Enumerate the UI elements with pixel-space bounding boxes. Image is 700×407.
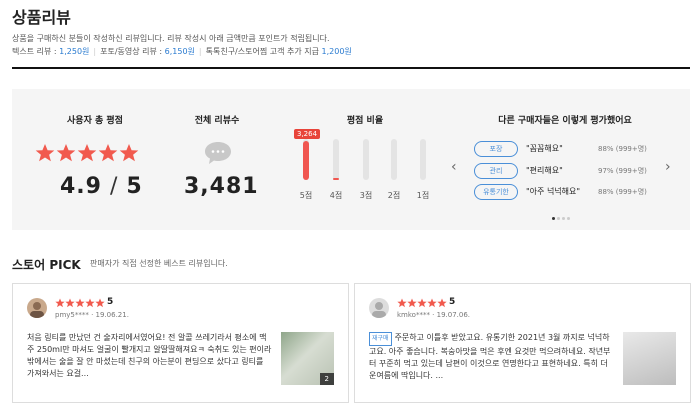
rating-bar-label: 3점 xyxy=(359,191,373,200)
review-text: 처음 링티를 만났던 건 술자리에서였어요! 전 알콜 쓰레기라서 평소에 맥주… xyxy=(27,333,272,378)
rating-bar-fill xyxy=(303,141,309,180)
page-title: 상품리뷰 xyxy=(12,8,71,27)
chevron-right-icon[interactable]: › xyxy=(665,159,671,175)
photo-count: 2 xyxy=(319,373,334,385)
review-stars xyxy=(397,298,447,308)
evaluation-text: "아주 넉넉해요" xyxy=(526,187,581,196)
divider xyxy=(12,67,690,69)
photo-review-label: 포토/동영상 리뷰 : xyxy=(100,47,165,56)
distribution-title: 평점 비율 xyxy=(346,116,384,126)
evaluation-tag: 포장 xyxy=(474,141,518,157)
star-icon xyxy=(85,298,95,308)
rating-bar xyxy=(303,139,309,180)
evaluation-percent: 88% (999+명) xyxy=(598,145,647,153)
speech-bubble-icon xyxy=(205,142,231,164)
page-dot[interactable] xyxy=(562,217,565,220)
rating-max: 5 xyxy=(126,174,143,199)
star-icon xyxy=(55,298,65,308)
evaluation-tag: 유통기한 xyxy=(474,184,518,200)
review-meta: kmko**** · 19.07.06. xyxy=(397,311,471,319)
evaluation-row: 포장 "꼼꼼해요" 88% (999+명) xyxy=(474,141,647,157)
star-icon xyxy=(98,144,118,162)
rating-bar xyxy=(391,139,397,180)
page-dot[interactable] xyxy=(557,217,560,220)
pick-subtitle: 판매자가 직접 선정한 베스트 리뷰입니다. xyxy=(90,259,228,268)
text-review-amount: 1,250원 xyxy=(59,47,90,56)
rating-value: 4.9 xyxy=(60,174,102,199)
review-photo[interactable]: 2 xyxy=(281,332,334,385)
rating-bar-label: 2점 xyxy=(387,191,401,200)
text-review-label: 텍스트 리뷰 : xyxy=(12,47,60,56)
review-score: 5 xyxy=(107,297,114,307)
review-photo[interactable] xyxy=(623,332,676,385)
page-dot[interactable] xyxy=(552,217,555,220)
points-info: 텍스트 리뷰 : 1,250원 | 포토/동영상 리뷰 : 6,150원 | 톡톡친구/… xyxy=(12,47,352,56)
star-icon xyxy=(77,144,97,162)
rating-bar xyxy=(333,139,339,180)
rating-stars xyxy=(35,144,139,162)
rating-bar-fill xyxy=(333,178,339,180)
rating-score: 4.9 / 5 xyxy=(60,174,143,199)
star-icon xyxy=(56,144,76,162)
rating-bar-label: 4점 xyxy=(329,191,343,200)
evaluation-text: "꼼꼼해요" xyxy=(526,144,563,153)
star-icon xyxy=(75,298,85,308)
evaluation-row: 관리 "편리해요" 97% (999+명) xyxy=(474,163,647,179)
review-count: 3,481 xyxy=(184,174,259,199)
rating-bar xyxy=(363,139,369,180)
chevron-left-icon[interactable]: ‹ xyxy=(451,159,457,175)
star-icon xyxy=(65,298,75,308)
friend-bonus-label: 톡톡친구/스토어찜 고객 추가 지급 xyxy=(205,47,322,56)
evaluation-percent: 97% (999+명) xyxy=(598,167,647,175)
top-count-badge: 3,264 xyxy=(294,129,321,139)
star-icon xyxy=(35,144,55,162)
star-icon xyxy=(407,298,417,308)
carousel-pagination[interactable] xyxy=(552,205,572,224)
repurchase-tag: 재구매 xyxy=(369,332,392,346)
rating-bar xyxy=(420,139,426,180)
star-icon xyxy=(437,298,447,308)
review-text: 재구매 주문하고 이틀후 받았고요. 유통기한 2021년 3월 까지로 넉넉하고… xyxy=(369,332,611,380)
evaluation-text: "편리해요" xyxy=(526,166,563,175)
page-dot[interactable] xyxy=(567,217,570,220)
star-icon xyxy=(397,298,407,308)
rating-bar-label: 1점 xyxy=(416,191,430,200)
pick-title: 스토어 PICK xyxy=(12,258,81,272)
review-score: 5 xyxy=(449,297,456,307)
star-icon xyxy=(417,298,427,308)
friend-bonus-amount: 1,200원 xyxy=(321,47,352,56)
review-count-title: 전체 리뷰수 xyxy=(194,116,240,126)
evaluation-row: 유통기한 "아주 넉넉해요" 88% (999+명) xyxy=(474,184,647,200)
others-title: 다른 구매자들은 이렇게 평가했어요 xyxy=(498,116,632,126)
star-icon xyxy=(95,298,105,308)
star-icon xyxy=(119,144,139,162)
avatar xyxy=(369,298,389,318)
avatar xyxy=(27,298,47,318)
photo-review-amount: 6,150원 xyxy=(164,47,195,56)
review-stars xyxy=(55,298,105,308)
pick-review-card[interactable]: 5 pmy5**** · 19.06.21. 처음 링티를 만났던 건 술자리에… xyxy=(12,283,349,403)
review-meta: pmy5**** · 19.06.21. xyxy=(55,311,129,319)
evaluation-percent: 88% (999+명) xyxy=(598,188,647,196)
star-icon xyxy=(427,298,437,308)
evaluation-tag: 관리 xyxy=(474,163,518,179)
rating-bar-label: 5점 xyxy=(299,191,313,200)
review-description: 상품을 구매하신 분들이 작성하신 리뷰입니다. 리뷰 작성시 아래 금액만큼 … xyxy=(12,34,330,43)
pick-review-card[interactable]: 5 kmko**** · 19.07.06. 재구매 주문하고 이틀후 받았고요.… xyxy=(354,283,691,403)
